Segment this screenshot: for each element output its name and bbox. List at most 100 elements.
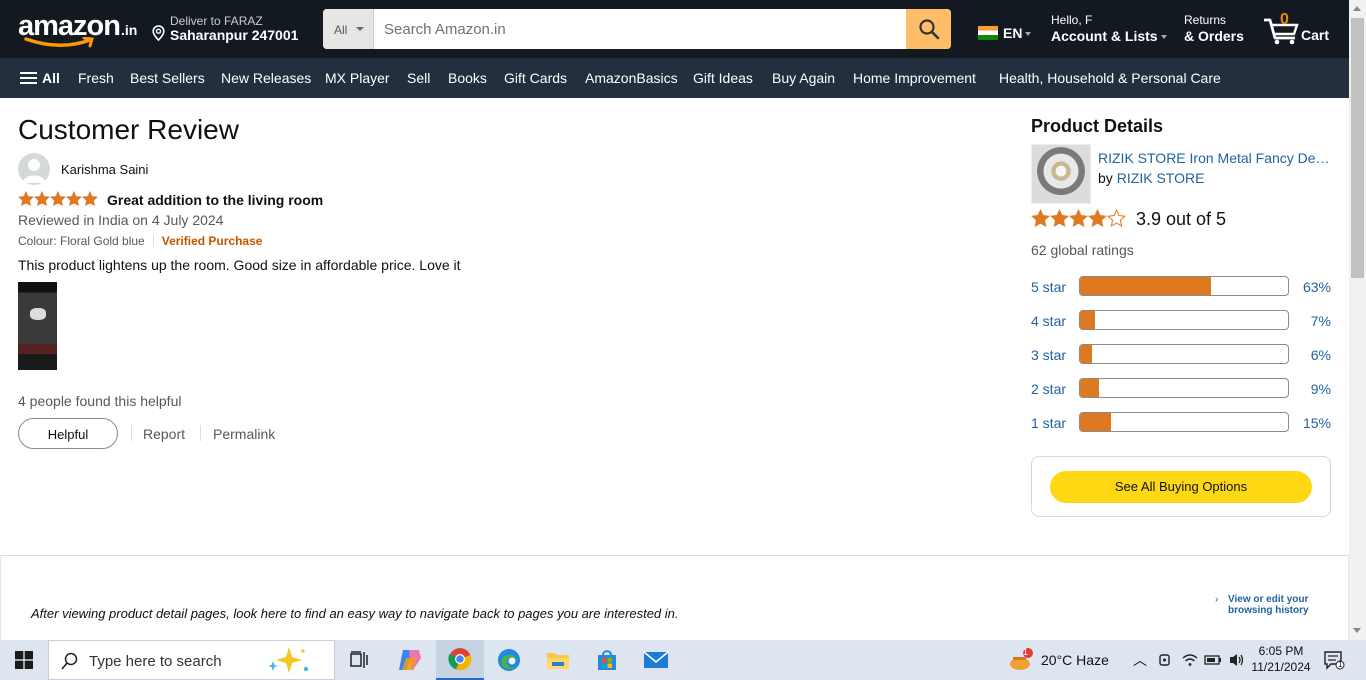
- nav-item-new-releases[interactable]: New Releases: [221, 70, 311, 86]
- histogram-label: 3 star: [1031, 347, 1067, 363]
- histogram-label: 5 star: [1031, 279, 1067, 295]
- reviewer-name[interactable]: Karishma Saini: [61, 162, 148, 177]
- product-title-link[interactable]: RIZIK STORE Iron Metal Fancy Decorative …: [1098, 150, 1330, 166]
- nav-all[interactable]: All: [42, 70, 60, 86]
- see-all-buying-options-button[interactable]: See All Buying Options: [1050, 471, 1312, 503]
- histogram-bar: [1079, 310, 1289, 330]
- hamburger-menu-icon[interactable]: [20, 72, 37, 84]
- report-link[interactable]: Report: [143, 426, 185, 442]
- by-label: by: [1098, 170, 1113, 186]
- windows-logo-icon: [15, 651, 33, 669]
- location-pin-icon: [152, 25, 165, 41]
- histogram-bar: [1079, 344, 1289, 364]
- microsoft-store-button[interactable]: [583, 640, 631, 680]
- nav-item-home-improvement[interactable]: Home Improvement: [853, 70, 976, 86]
- edge-icon: [498, 649, 520, 671]
- returns-orders[interactable]: Returns & Orders: [1184, 13, 1244, 44]
- permalink-link[interactable]: Permalink: [213, 426, 275, 442]
- cart-count: 0: [1280, 11, 1289, 28]
- nav-item-buy-again[interactable]: Buy Again: [772, 70, 835, 86]
- nav-bar: All Fresh Best Sellers New Releases MX P…: [0, 58, 1349, 98]
- cart-label: Cart: [1301, 27, 1330, 43]
- copilot-button[interactable]: [386, 640, 434, 680]
- copilot-icon: [399, 650, 421, 670]
- histogram-bar-fill: [1080, 277, 1212, 295]
- meet-now-icon[interactable]: [1158, 652, 1172, 668]
- search-input[interactable]: [374, 9, 907, 49]
- review-title[interactable]: Great addition to the living room: [107, 192, 323, 208]
- global-ratings-count: 62 global ratings: [1031, 242, 1134, 258]
- start-button[interactable]: [0, 640, 48, 680]
- star-icon: [66, 191, 82, 207]
- nav-item-amazonbasics[interactable]: AmazonBasics: [585, 70, 678, 86]
- nav-item-mx-player[interactable]: MX Player: [325, 70, 390, 86]
- nav-item-books[interactable]: Books: [448, 70, 487, 86]
- file-explorer-button[interactable]: [534, 640, 582, 680]
- product-thumbnail[interactable]: [1031, 144, 1091, 204]
- histogram-percent: 63%: [1302, 279, 1331, 295]
- deliver-address: Saharanpur 247001: [170, 27, 299, 43]
- scroll-down-arrow-icon[interactable]: [1353, 628, 1361, 633]
- product-details-heading: Product Details: [1031, 116, 1164, 136]
- taskbar-search-box[interactable]: Type here to search: [48, 640, 335, 680]
- search-category-label: All: [334, 23, 348, 37]
- buying-options-box: See All Buying Options: [1031, 456, 1331, 517]
- weather-text[interactable]: 20°C Haze: [1041, 652, 1109, 668]
- chevron-up-icon[interactable]: ︿: [1133, 650, 1147, 670]
- star-icon: [1069, 209, 1088, 228]
- nav-item-gift-cards[interactable]: Gift Cards: [504, 70, 567, 86]
- amazon-logo[interactable]: amazon.in: [18, 10, 138, 50]
- brand-link[interactable]: RIZIK STORE: [1117, 170, 1205, 186]
- chrome-taskbar-button[interactable]: [436, 640, 484, 680]
- histogram-row-3-star[interactable]: 3 star 6%: [1031, 344, 1331, 366]
- review-image-thumbnail[interactable]: [18, 282, 57, 370]
- nav-item-sell[interactable]: Sell: [407, 70, 430, 86]
- histogram-label: 2 star: [1031, 381, 1067, 397]
- nav-item-gift-ideas[interactable]: Gift Ideas: [693, 70, 753, 86]
- logo-smile-icon: [24, 37, 94, 48]
- star-icon: [18, 191, 34, 207]
- star-icon: [34, 191, 50, 207]
- histogram-row-4-star[interactable]: 4 star 7%: [1031, 310, 1331, 332]
- weather-icon[interactable]: [1008, 647, 1034, 673]
- search-category-select[interactable]: All: [323, 9, 374, 49]
- task-view-button[interactable]: [336, 640, 384, 680]
- edge-taskbar-button[interactable]: [485, 640, 533, 680]
- search-button[interactable]: [906, 9, 951, 49]
- wifi-icon[interactable]: [1182, 653, 1198, 667]
- product-star-rating[interactable]: [1031, 209, 1126, 228]
- wall-art-image: [30, 308, 46, 320]
- chevron-down-icon: [1160, 35, 1167, 39]
- view-browsing-history-link[interactable]: View or edit your browsing history: [1228, 594, 1318, 616]
- returns-label: Returns: [1184, 13, 1227, 27]
- star-icon: [50, 191, 66, 207]
- star-icon: [1050, 209, 1069, 228]
- page-scrollbar[interactable]: [1349, 0, 1366, 640]
- language-selector[interactable]: EN: [978, 25, 1032, 43]
- average-rating-text: 3.9 out of 5: [1136, 209, 1227, 229]
- histogram-row-5-star[interactable]: 5 star 63%: [1031, 276, 1331, 298]
- volume-icon[interactable]: [1228, 652, 1246, 668]
- battery-icon[interactable]: [1204, 654, 1222, 666]
- review-colour: Colour: Floral Gold blue: [18, 234, 145, 248]
- histogram-row-2-star[interactable]: 2 star 9%: [1031, 378, 1331, 400]
- chevron-right-icon: ›: [1215, 594, 1219, 605]
- language-label: EN: [1003, 25, 1023, 41]
- nav-item-health-household[interactable]: Health, Household & Personal Care: [999, 70, 1221, 86]
- nav-item-best-sellers[interactable]: Best Sellers: [130, 70, 205, 86]
- mail-taskbar-button[interactable]: [632, 640, 680, 680]
- nav-item-fresh[interactable]: Fresh: [78, 70, 114, 86]
- taskbar-clock[interactable]: 6:05 PM 11/21/2024: [1250, 643, 1312, 675]
- taskbar-search-placeholder: Type here to search: [89, 653, 222, 670]
- cart-button[interactable]: 0 Cart: [1262, 11, 1342, 46]
- histogram-row-1-star[interactable]: 1 star 15%: [1031, 412, 1331, 434]
- account-lists[interactable]: Hello, F Account & Lists: [1051, 13, 1167, 44]
- deliver-line1: Deliver to FARAZ: [170, 14, 263, 28]
- histogram-bar-fill: [1080, 311, 1095, 329]
- logo-tld: .in: [120, 22, 138, 38]
- clock-time: 6:05 PM: [1258, 644, 1304, 658]
- helpful-button[interactable]: Helpful: [18, 418, 118, 449]
- scroll-up-arrow-icon[interactable]: [1353, 6, 1361, 11]
- folder-icon: [547, 653, 569, 669]
- scrollbar-thumb[interactable]: [1351, 18, 1364, 278]
